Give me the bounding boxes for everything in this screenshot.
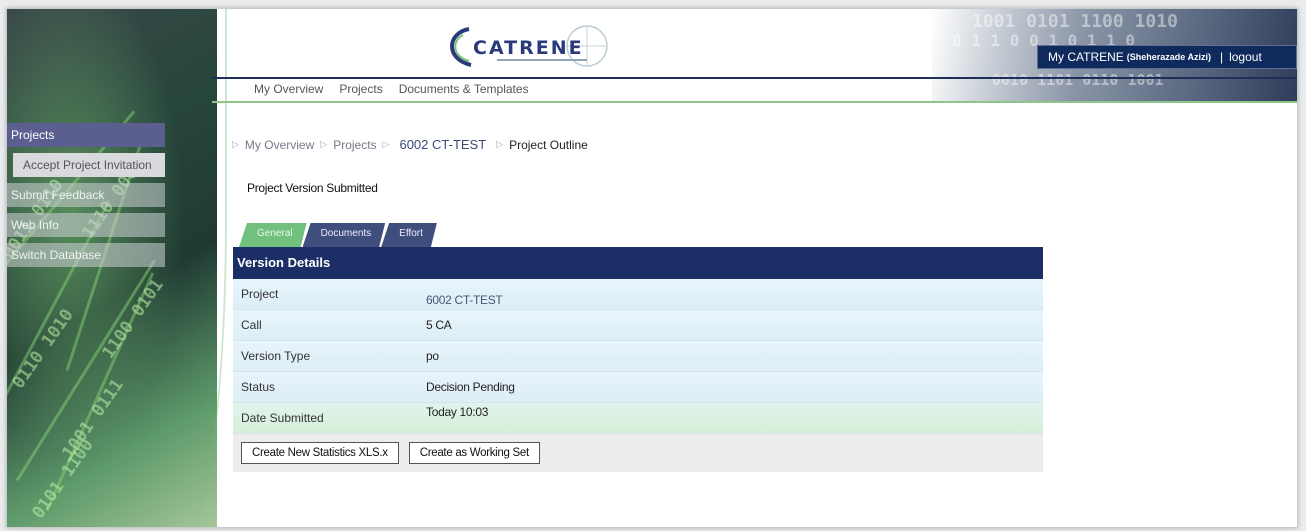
breadcrumb-current: Project Outline — [509, 137, 588, 152]
tab-general[interactable]: General — [239, 223, 307, 247]
nav-documents-templates[interactable]: Documents & Templates — [399, 82, 529, 96]
detail-label: Date Submitted — [241, 411, 324, 425]
detail-row-version-type: Version Type po — [233, 341, 1043, 372]
sidebar-item-accept-invitation[interactable]: Accept Project Invitation — [13, 153, 165, 177]
detail-label: Project — [241, 287, 279, 301]
panel-header: Version Details — [233, 247, 1043, 279]
sidebar: Projects Accept Project Invitation Submi… — [7, 123, 165, 273]
tab-bar: General Documents Effort — [239, 223, 433, 247]
detail-label: Version Type — [241, 349, 311, 363]
detail-value: Today 10:03 — [426, 405, 489, 419]
tab-effort[interactable]: Effort — [381, 223, 437, 247]
detail-row-call: Call 5 CA — [233, 310, 1043, 341]
user-name: (Sheherazade Azizi) — [1126, 52, 1211, 62]
detail-row-status: Status Decision Pending — [233, 372, 1043, 403]
detail-value: Decision Pending — [426, 380, 515, 394]
breadcrumb-my-overview[interactable]: My Overview — [245, 138, 314, 152]
detail-label: Call — [241, 318, 262, 332]
detail-row-project: Project 6002 CT-TEST — [233, 279, 1043, 310]
top-navigation: My Overview Projects Documents & Templat… — [254, 82, 529, 96]
tab-documents[interactable]: Documents — [303, 223, 386, 247]
detail-label: Status — [241, 380, 276, 394]
breadcrumb-projects[interactable]: Projects — [333, 138, 376, 152]
separator: | — [1219, 50, 1224, 64]
detail-row-date-submitted: Date Submitted Today 10:03 — [233, 403, 1043, 434]
sidebar-item-projects[interactable]: Projects — [7, 123, 165, 147]
action-buttons: Create New Statistics XLS.x Create as Wo… — [233, 434, 1043, 472]
my-catrene-link[interactable]: My CATRENE — [1048, 50, 1124, 64]
page-title: Project Version Submitted — [247, 181, 378, 195]
breadcrumb-arrow-icon: ▷ — [496, 139, 504, 149]
catrene-logo: CATRENE — [450, 25, 608, 67]
breadcrumb-project[interactable]: 6002 CT-TEST — [399, 137, 486, 152]
app-frame: 0110 1010 1001 0111 0101 1100 1100 0101 … — [6, 8, 1298, 528]
sidebar-item-submit-feedback[interactable]: Submit Feedback — [7, 183, 165, 207]
breadcrumb: ▷ My Overview ▷ Projects ▷ 6002 CT-TEST … — [232, 137, 588, 152]
nav-projects[interactable]: Projects — [339, 82, 382, 96]
detail-value: po — [426, 349, 439, 363]
breadcrumb-arrow-icon: ▷ — [232, 139, 239, 149]
create-statistics-button[interactable]: Create New Statistics XLS.x — [241, 442, 399, 464]
version-details-panel: Version Details Project 6002 CT-TEST Cal… — [233, 247, 1043, 472]
sidebar-item-switch-database[interactable]: Switch Database — [7, 243, 165, 267]
logo-text: CATRENE — [473, 37, 584, 59]
breadcrumb-arrow-icon: ▷ — [382, 139, 390, 149]
nav-my-overview[interactable]: My Overview — [254, 82, 323, 96]
create-working-set-button[interactable]: Create as Working Set — [408, 442, 540, 464]
detail-value: 5 CA — [426, 318, 452, 332]
user-account-bar: My CATRENE (Sheherazade Azizi) | logout — [1037, 45, 1297, 69]
project-link[interactable]: 6002 CT-TEST — [426, 279, 503, 309]
nav-divider-bottom — [212, 101, 1297, 103]
nav-divider-top — [212, 77, 1297, 79]
logout-link[interactable]: logout — [1229, 50, 1262, 64]
sidebar-item-web-info[interactable]: Web Info — [7, 213, 165, 237]
breadcrumb-arrow-icon: ▷ — [320, 139, 328, 149]
